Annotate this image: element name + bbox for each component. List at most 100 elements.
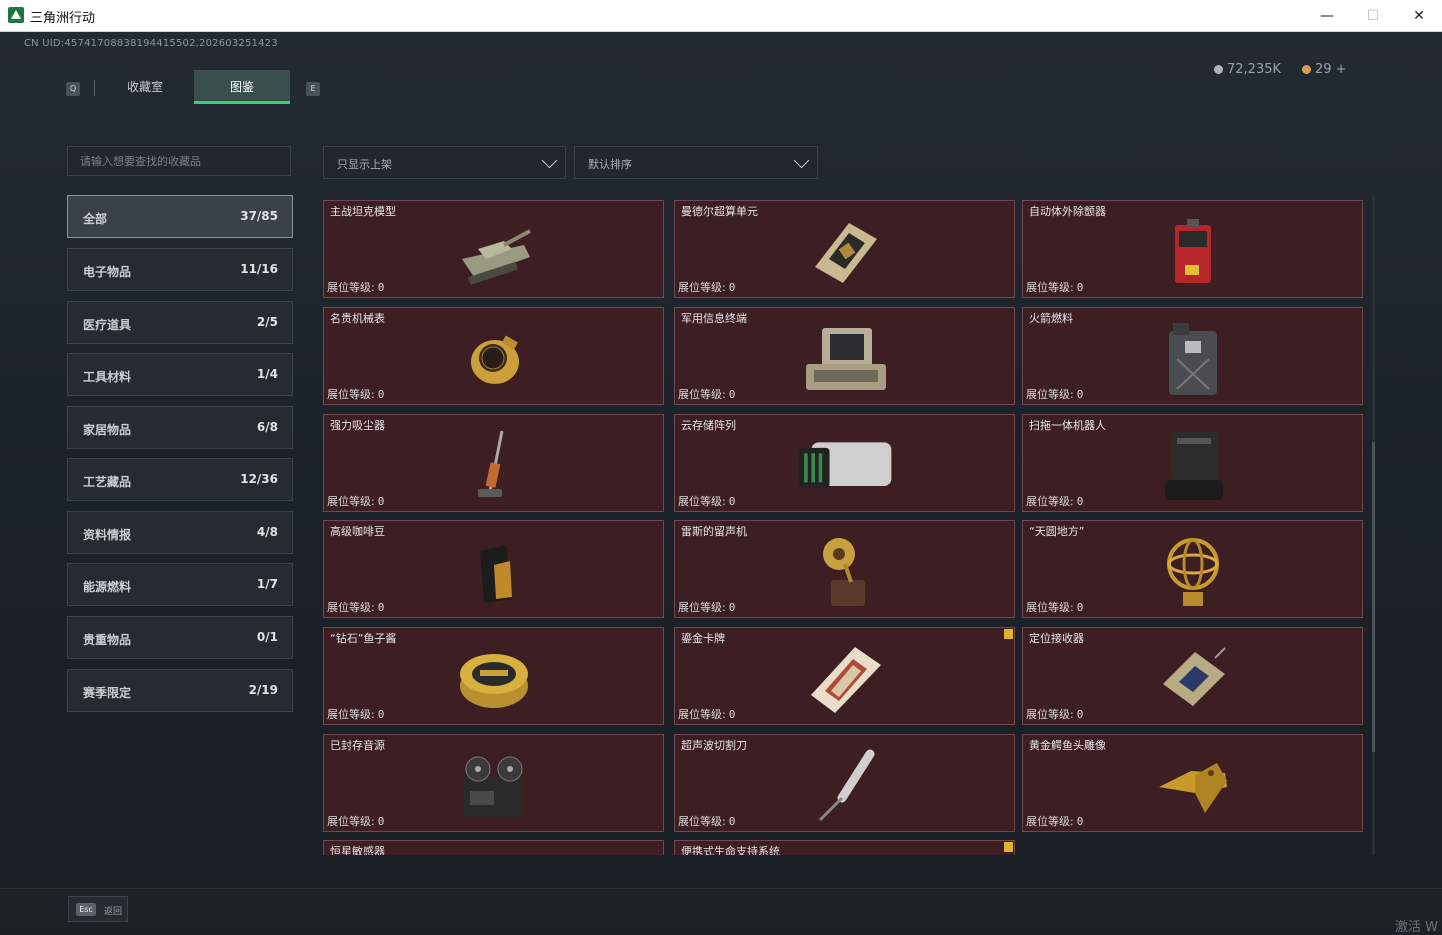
silver-coin-icon bbox=[1214, 65, 1223, 74]
item-name: 火箭燃料 bbox=[1029, 312, 1073, 325]
item-name: 雷斯的留声机 bbox=[681, 525, 747, 538]
collection-card[interactable]: 黄金鳄鱼头雕像 展位等级: 0 bbox=[1022, 734, 1363, 832]
item-name: 曼德尔超算单元 bbox=[681, 205, 758, 218]
collection-card[interactable]: 扫拖一体机器人 展位等级: 0 bbox=[1022, 414, 1363, 512]
display-level: 展位等级: 0 bbox=[327, 706, 384, 722]
armillary-sphere-icon bbox=[1143, 537, 1243, 607]
coffee-bag-icon bbox=[444, 537, 544, 607]
collection-card[interactable]: 高级咖啡豆 展位等级: 0 bbox=[323, 520, 664, 618]
category-label: 资料情报 bbox=[83, 528, 132, 542]
category-count: 1/4 bbox=[256, 367, 278, 381]
level-label: 展位等级: bbox=[327, 388, 375, 401]
collection-card[interactable]: 军用信息终端 展位等级: 0 bbox=[674, 307, 1015, 405]
category-label: 贵重物品 bbox=[83, 633, 132, 647]
collection-card[interactable]: 定位接收器 展位等级: 0 bbox=[1022, 627, 1363, 725]
tab-collection-room[interactable]: 收藏室 bbox=[97, 70, 193, 104]
collection-card[interactable]: 云存储阵列 展位等级: 0 bbox=[674, 414, 1015, 512]
level-value: 0 bbox=[728, 281, 736, 294]
collection-card[interactable]: “钻石”鱼子酱 展位等级: 0 bbox=[323, 627, 664, 725]
collection-card[interactable]: 名贵机械表 展位等级: 0 bbox=[323, 307, 664, 405]
vacuum-icon bbox=[444, 430, 544, 501]
category-intel[interactable]: 资料情报 4/8 bbox=[67, 511, 293, 554]
category-energy[interactable]: 能源燃料 1/7 bbox=[67, 563, 293, 606]
item-name: 便携式生命支持系统 bbox=[681, 845, 780, 855]
level-label: 展位等级: bbox=[678, 708, 726, 721]
category-count: 12/36 bbox=[240, 472, 278, 486]
display-level: 展位等级: 0 bbox=[327, 493, 384, 509]
collection-card[interactable]: 主战坦克模型 展位等级: 0 bbox=[323, 200, 664, 298]
collection-card[interactable]: 恒星敏感器 展位等级:0 bbox=[323, 840, 664, 855]
category-electronics[interactable]: 电子物品 11/16 bbox=[67, 248, 293, 291]
level-label: 展位等级: bbox=[1026, 388, 1074, 401]
item-name: 高级咖啡豆 bbox=[330, 525, 385, 538]
category-label: 全部 bbox=[83, 212, 108, 226]
category-count: 6/8 bbox=[256, 420, 278, 434]
collection-card[interactable]: 鎏金卡牌 展位等级: 0 bbox=[674, 627, 1015, 725]
chevron-down-icon bbox=[541, 152, 558, 169]
item-name: 扫拖一体机器人 bbox=[1029, 419, 1106, 432]
collection-card[interactable]: 强力吸尘器 展位等级: 0 bbox=[323, 414, 664, 512]
collection-card[interactable]: “天圆地方” 展位等级: 0 bbox=[1022, 520, 1363, 618]
item-name: “钻石”鱼子酱 bbox=[330, 632, 397, 645]
level-label: 展位等级: bbox=[1026, 708, 1074, 721]
category-valuables[interactable]: 贵重物品 0/1 bbox=[67, 616, 293, 659]
back-label: 返回 bbox=[104, 907, 123, 917]
key-hint-q: Q bbox=[66, 82, 80, 96]
item-name: 军用信息终端 bbox=[681, 312, 747, 325]
display-level: 展位等级: 0 bbox=[678, 279, 735, 295]
collection-card[interactable]: 超声波切割刀 展位等级: 0 bbox=[674, 734, 1015, 832]
watermark: 激活 W bbox=[1395, 920, 1438, 935]
level-value: 0 bbox=[1076, 708, 1084, 721]
category-season-limited[interactable]: 赛季限定 2/19 bbox=[67, 669, 293, 712]
display-level: 展位等级: 0 bbox=[1026, 813, 1083, 829]
display-filter-dropdown[interactable]: 只显示上架 bbox=[323, 146, 566, 179]
category-all[interactable]: 全部 37/85 bbox=[67, 195, 293, 238]
flag-icon bbox=[1004, 629, 1013, 639]
category-household[interactable]: 家居物品 6/8 bbox=[67, 406, 293, 449]
sort-dropdown[interactable]: 默认排序 bbox=[574, 146, 818, 179]
maximize-button[interactable]: ☐ bbox=[1350, 0, 1396, 31]
level-value: 0 bbox=[728, 815, 736, 828]
item-name: “天圆地方” bbox=[1029, 525, 1085, 538]
minimize-button[interactable]: — bbox=[1304, 0, 1350, 31]
croc-statue-icon bbox=[1143, 751, 1243, 821]
robot-vacuum-icon bbox=[1143, 431, 1243, 501]
defibrillator-icon bbox=[1143, 217, 1243, 287]
level-value: 0 bbox=[377, 495, 385, 508]
item-name: 自动体外除颤器 bbox=[1029, 205, 1106, 218]
category-tools[interactable]: 工具材料 1/4 bbox=[67, 353, 293, 396]
collection-card[interactable]: 火箭燃料 展位等级: 0 bbox=[1022, 307, 1363, 405]
category-crafts[interactable]: 工艺藏品 12/36 bbox=[67, 458, 293, 501]
level-label: 展位等级: bbox=[678, 281, 726, 294]
category-medical[interactable]: 医疗道具 2/5 bbox=[67, 301, 293, 344]
level-label: 展位等级: bbox=[327, 281, 375, 294]
level-label: 展位等级: bbox=[327, 495, 375, 508]
gramophone-icon bbox=[795, 537, 895, 607]
display-level: 展位等级: 0 bbox=[1026, 386, 1083, 402]
category-count: 37/85 bbox=[240, 209, 278, 223]
collection-card[interactable]: 雷斯的留声机 展位等级: 0 bbox=[674, 520, 1015, 618]
back-button[interactable]: Esc 返回 bbox=[68, 896, 128, 922]
search-box[interactable] bbox=[67, 146, 314, 176]
category-label: 赛季限定 bbox=[83, 686, 132, 700]
display-level: 展位等级: 0 bbox=[678, 386, 735, 402]
collection-card[interactable]: 已封存音源 展位等级: 0 bbox=[323, 734, 664, 832]
search-input[interactable] bbox=[68, 147, 314, 175]
chip-icon bbox=[795, 217, 895, 287]
level-label: 展位等级: bbox=[327, 708, 375, 721]
category-label: 能源燃料 bbox=[83, 580, 132, 594]
grid-scrollbar-thumb[interactable] bbox=[1372, 442, 1375, 752]
collection-card[interactable]: 便携式生命支持系统 展位等级:0 bbox=[674, 840, 1015, 855]
close-button[interactable]: ✕ bbox=[1396, 0, 1442, 31]
currency-b[interactable]: 29 + bbox=[1302, 62, 1347, 77]
level-label: 展位等级: bbox=[1026, 495, 1074, 508]
sort-value: 默认排序 bbox=[588, 158, 632, 171]
tab-encyclopedia[interactable]: 图鉴 bbox=[194, 70, 290, 104]
collection-card[interactable]: 自动体外除颤器 展位等级: 0 bbox=[1022, 200, 1363, 298]
level-label: 展位等级: bbox=[678, 815, 726, 828]
card-icon bbox=[795, 644, 895, 714]
collection-card[interactable]: 曼德尔超算单元 展位等级: 0 bbox=[674, 200, 1015, 298]
display-level: 展位等级: 0 bbox=[1026, 279, 1083, 295]
item-name: 鎏金卡牌 bbox=[681, 632, 725, 645]
level-label: 展位等级: bbox=[1026, 815, 1074, 828]
